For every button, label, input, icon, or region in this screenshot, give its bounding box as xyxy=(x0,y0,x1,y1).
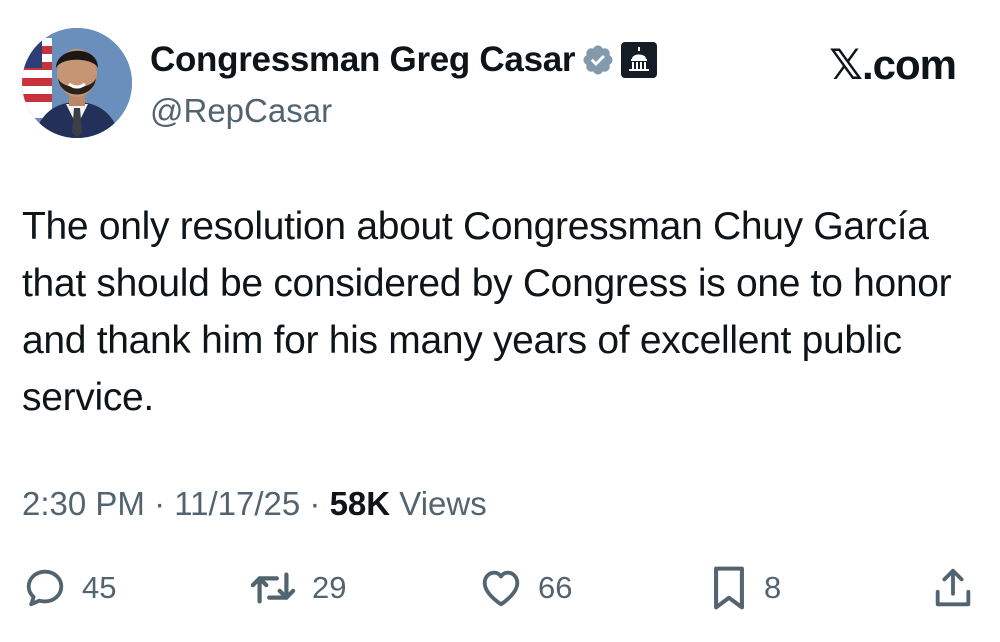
tweet-time[interactable]: 2:30 PM xyxy=(22,485,145,522)
x-com-logo: 𝕏.com xyxy=(829,41,957,88)
avatar[interactable] xyxy=(22,28,132,138)
like-button[interactable]: 66 xyxy=(478,560,572,616)
views-label: Views xyxy=(390,485,487,522)
share-icon xyxy=(935,568,971,607)
repost-count: 29 xyxy=(312,570,347,605)
repost-button[interactable]: 29 xyxy=(248,560,346,616)
bookmark-count: 8 xyxy=(764,570,782,605)
heart-icon xyxy=(482,570,520,607)
avatar-photo xyxy=(22,28,132,138)
tweet-header: Congressman Greg Casar @RepCasar 𝕏.com xyxy=(22,28,978,140)
verified-badge-icon[interactable] xyxy=(581,43,615,77)
meta-separator: · xyxy=(144,485,175,522)
user-handle[interactable]: @RepCasar xyxy=(150,92,332,130)
display-name[interactable]: Congressman Greg Casar xyxy=(150,40,576,80)
share-button[interactable] xyxy=(930,560,976,616)
reply-button[interactable]: 45 xyxy=(22,560,116,616)
tweet-text: The only resolution about Congressman Ch… xyxy=(22,205,952,419)
views-count: 58K xyxy=(329,485,391,522)
bookmark-button[interactable]: 8 xyxy=(708,560,781,616)
tweet-metadata: 2:30 PM · 11/17/25 · 58K Views xyxy=(22,485,487,523)
us-capitol-icon[interactable] xyxy=(621,42,658,78)
tweet-date[interactable]: 11/17/25 xyxy=(174,485,300,522)
bookmark-icon xyxy=(714,566,744,610)
reply-count: 45 xyxy=(82,570,117,605)
meta-separator: · xyxy=(300,485,330,522)
repost-icon xyxy=(250,572,296,604)
name-row: Congressman Greg Casar xyxy=(150,40,658,80)
like-count: 66 xyxy=(538,570,573,605)
tweet-actions: 45 29 66 8 xyxy=(22,560,978,616)
reply-icon xyxy=(26,569,64,607)
